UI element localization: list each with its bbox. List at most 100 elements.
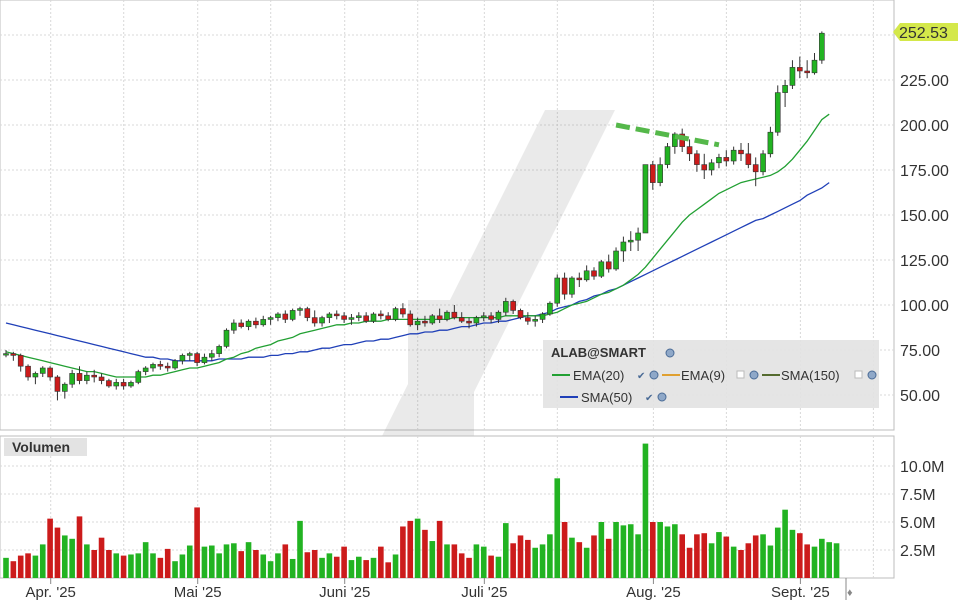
candle-up [760, 153, 766, 173]
volume-bar-up [231, 543, 237, 578]
candle-up [554, 277, 561, 304]
legend-sma50-settings-icon[interactable] [657, 392, 667, 402]
volume-bar-down [525, 539, 531, 578]
legend-sma150-settings-icon[interactable] [867, 370, 877, 380]
candle-down [752, 164, 759, 173]
candle-up [583, 270, 590, 281]
candle-down [304, 308, 311, 318]
volume-bar-down [591, 535, 597, 578]
candle-up [135, 371, 142, 383]
candle-down [333, 313, 340, 317]
volume-bar-up [142, 542, 149, 578]
candle-up [39, 367, 46, 374]
volume-bar-up [429, 541, 436, 578]
volume-bar-up [32, 555, 39, 578]
candle-up [231, 322, 237, 331]
candle-up [642, 164, 649, 234]
candle-up [275, 313, 281, 318]
legend-ema9-checkbox-icon[interactable] [736, 370, 745, 379]
candle-up [532, 319, 539, 322]
volume-bar-up [186, 545, 193, 578]
volume-bar-up [201, 546, 208, 578]
volume-bar-down [650, 522, 656, 578]
legend-ema20-label[interactable]: EMA(20) [573, 368, 624, 383]
volume-bar-up [716, 532, 722, 578]
candle-down [47, 367, 53, 378]
legend-sma50-label[interactable]: SMA(50) [581, 390, 632, 405]
volume-bar-down [253, 550, 259, 578]
candle-up [664, 146, 671, 165]
x-tick-label: Juni '25 [319, 584, 370, 600]
candle-down [517, 310, 524, 318]
volume-bar-up [245, 542, 252, 578]
legend-ema20-check-icon[interactable]: ✔ [637, 371, 645, 382]
candle-up [789, 67, 796, 86]
legend-ema9-settings-icon[interactable] [749, 370, 759, 380]
volume-bar-down [436, 520, 443, 578]
volume-bar-up [128, 554, 134, 578]
volume-bar-up [275, 553, 281, 578]
candle-down [157, 364, 164, 367]
candle-up [495, 311, 502, 320]
candle-down [738, 149, 744, 155]
volume-bar-down [98, 537, 105, 578]
candle-up [355, 315, 362, 318]
candle-up [150, 364, 156, 369]
volume-bar-up [356, 556, 362, 578]
candle-down [458, 317, 465, 322]
volume-bar-down [304, 552, 311, 578]
candle-up [209, 353, 215, 358]
price-tick-label: 50.00 [900, 388, 940, 405]
candle-down [253, 320, 259, 326]
candle-down [701, 164, 708, 171]
legend-ema20-settings-icon[interactable] [649, 370, 659, 380]
volume-bar-up [370, 557, 377, 578]
volume-bar-down [745, 543, 752, 578]
volume-bar-down [738, 550, 744, 578]
volume-bar-down [385, 562, 391, 578]
volume-bar-up [767, 545, 774, 578]
legend-sma150-checkbox-icon[interactable] [854, 370, 863, 379]
volume-bar-down [76, 516, 83, 578]
candle-down [238, 322, 244, 327]
candle-down [25, 365, 31, 378]
volume-bar-down [451, 544, 458, 578]
volume-bar-up [113, 553, 120, 578]
candle-down [400, 308, 406, 315]
price-tick-label: 175.00 [900, 163, 949, 180]
volume-bar-down [363, 560, 369, 578]
x-axis: Apr. '25 Mai '25 Juni '25 Juli '25 Aug. '25 S… [25, 578, 830, 600]
volume-bar-down [804, 544, 810, 578]
candle-down [91, 374, 97, 378]
volume-bar-up [62, 535, 68, 578]
scroll-arrow-icon[interactable]: ♦ [847, 587, 853, 599]
volume-bar-down [194, 507, 200, 578]
candle-up [297, 308, 303, 311]
volume-bar-down [10, 561, 17, 578]
legend-sma50-check-icon[interactable]: ✔ [645, 393, 653, 404]
candle-down [576, 277, 583, 281]
candle-down [120, 382, 127, 387]
volume-bar-down [120, 555, 127, 578]
volume-bar-up [150, 553, 156, 578]
volume-bar-up [495, 556, 502, 578]
candle-up [348, 317, 355, 320]
volume-bar-down [517, 535, 524, 578]
volume-bar-up [260, 554, 267, 578]
price-axis: 50.00 75.00 100.00 125.00 150.00 175.00 200.00… [900, 28, 949, 405]
candle-up [598, 261, 605, 277]
legend-ema9-label[interactable]: EMA(9) [681, 368, 725, 383]
candle-up [179, 355, 186, 362]
candle-up [61, 383, 68, 392]
volume-bar-up [547, 534, 553, 578]
volume-tick-label: 10.0M [900, 459, 944, 476]
volume-bar-up [620, 525, 627, 578]
volume-bar-up [319, 557, 325, 578]
volume-bar-up [811, 546, 818, 578]
candle-up [172, 360, 178, 369]
legend-sma150-label[interactable]: SMA(150) [781, 368, 840, 383]
volume-bar-down [561, 522, 568, 578]
legend-title-settings-icon[interactable] [665, 348, 675, 358]
legend-title: ALAB@SMART [551, 345, 646, 360]
volume-bar-up [69, 538, 75, 578]
